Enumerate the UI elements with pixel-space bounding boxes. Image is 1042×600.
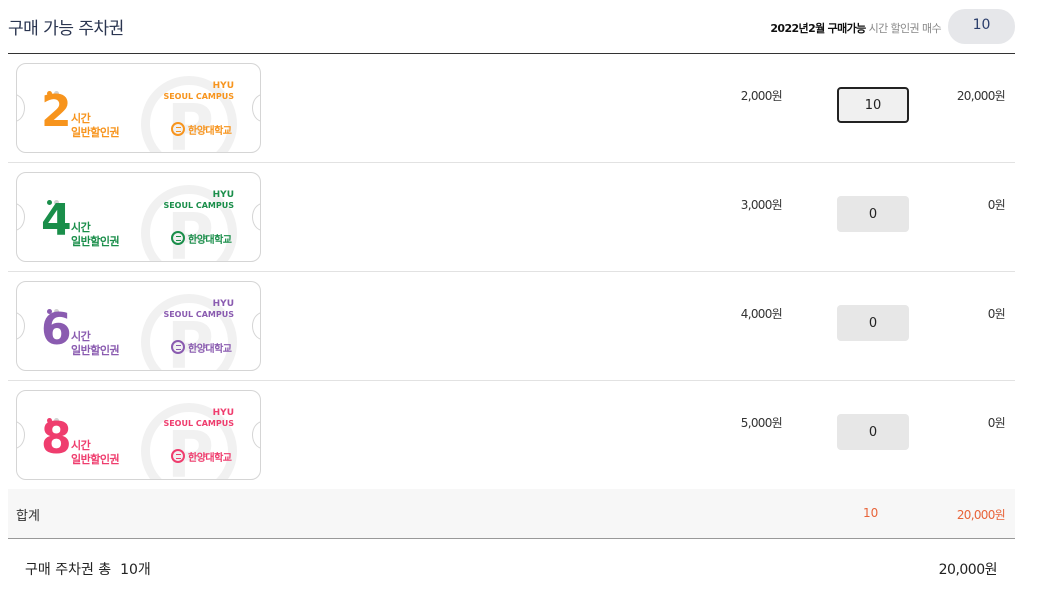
ticket-hyu: HYU — [212, 408, 234, 418]
limit-count-badge: 10 — [948, 9, 1015, 44]
hanyang-emblem-icon — [171, 122, 185, 136]
ticket-university: 한양대학교 — [188, 235, 232, 246]
header: 구매 가능 주차권 2022년2월 구매가능 시간 할인권 매수 10 — [8, 0, 1015, 54]
ticket-hours-number: 4 — [41, 195, 72, 246]
ticket-row: P 2 시간 일반할인권 HYU SEOUL CAMPUS 한양대학교 2,00… — [8, 54, 1015, 163]
ticket-university: 한양대학교 — [188, 126, 232, 137]
row-subtotal: 0원 — [987, 307, 1006, 321]
ticket-type-label: 일반할인권 — [71, 453, 120, 466]
ticket-card: P 6 시간 일반할인권 HYU SEOUL CAMPUS 한양대학교 — [16, 281, 261, 371]
ticket-university: 한양대학교 — [188, 453, 232, 464]
quantity-input[interactable] — [837, 87, 909, 123]
row-subtotal: 0원 — [987, 198, 1006, 212]
ticket-hours-number: 8 — [41, 413, 72, 464]
ticket-hours-number: 6 — [41, 304, 72, 355]
ticket-hyu: HYU — [212, 81, 234, 91]
hanyang-emblem-icon — [171, 231, 185, 245]
row-subtotal: 20,000원 — [956, 89, 1006, 103]
summary-quantity: 10 — [863, 506, 879, 520]
ticket-row: P 8 시간 일반할인권 HYU SEOUL CAMPUS 한양대학교 5,00… — [8, 381, 1015, 490]
ticket-row: P 6 시간 일반할인권 HYU SEOUL CAMPUS 한양대학교 4,00… — [8, 272, 1015, 381]
unit-price: 2,000원 — [740, 89, 783, 103]
ticket-card: P 2 시간 일반할인권 HYU SEOUL CAMPUS 한양대학교 — [16, 63, 261, 153]
page-title: 구매 가능 주차권 — [8, 19, 124, 39]
hanyang-emblem-icon — [171, 449, 185, 463]
summary-label: 합계 — [16, 509, 40, 524]
ticket-campus: SEOUL CAMPUS — [163, 201, 234, 210]
ticket-card: P 4 시간 일반할인권 HYU SEOUL CAMPUS 한양대학교 — [16, 172, 261, 262]
purchase-limit-text: 2022년2월 구매가능 시간 할인권 매수 — [770, 20, 941, 36]
unit-price: 4,000원 — [740, 307, 783, 321]
ticket-type-label: 일반할인권 — [71, 235, 120, 248]
ticket-campus: SEOUL CAMPUS — [163, 92, 234, 101]
ticket-hyu: HYU — [212, 190, 234, 200]
ticket-type-label: 일반할인권 — [71, 344, 120, 357]
ticket-campus: SEOUL CAMPUS — [163, 310, 234, 319]
summary-row: 합계 10 20,000원 — [8, 489, 1015, 539]
ticket-university: 한양대학교 — [188, 344, 232, 355]
ticket-row: P 4 시간 일반할인권 HYU SEOUL CAMPUS 한양대학교 3,00… — [8, 163, 1015, 272]
unit-price: 5,000원 — [740, 416, 783, 430]
ticket-campus: SEOUL CAMPUS — [163, 419, 234, 428]
hanyang-emblem-icon — [171, 340, 185, 354]
quantity-input[interactable] — [837, 414, 909, 450]
ticket-card: P 8 시간 일반할인권 HYU SEOUL CAMPUS 한양대학교 — [16, 390, 261, 480]
ticket-hours-number: 2 — [41, 86, 72, 137]
limit-label: 시간 할인권 매수 — [868, 22, 942, 35]
row-subtotal: 0원 — [987, 416, 1006, 430]
ticket-type-label: 일반할인권 — [71, 126, 120, 139]
summary-total: 20,000원 — [956, 508, 1006, 522]
purchase-total-count: 구매 주차권 총 10개 — [25, 562, 151, 578]
purchase-total-amount: 20,000원 — [938, 562, 998, 578]
quantity-input[interactable] — [837, 196, 909, 232]
unit-price: 3,000원 — [740, 198, 783, 212]
ticket-hyu: HYU — [212, 299, 234, 309]
quantity-input[interactable] — [837, 305, 909, 341]
limit-bold-label: 구매가능 — [827, 22, 867, 35]
limit-year-month: 2022년2월 — [770, 22, 825, 35]
